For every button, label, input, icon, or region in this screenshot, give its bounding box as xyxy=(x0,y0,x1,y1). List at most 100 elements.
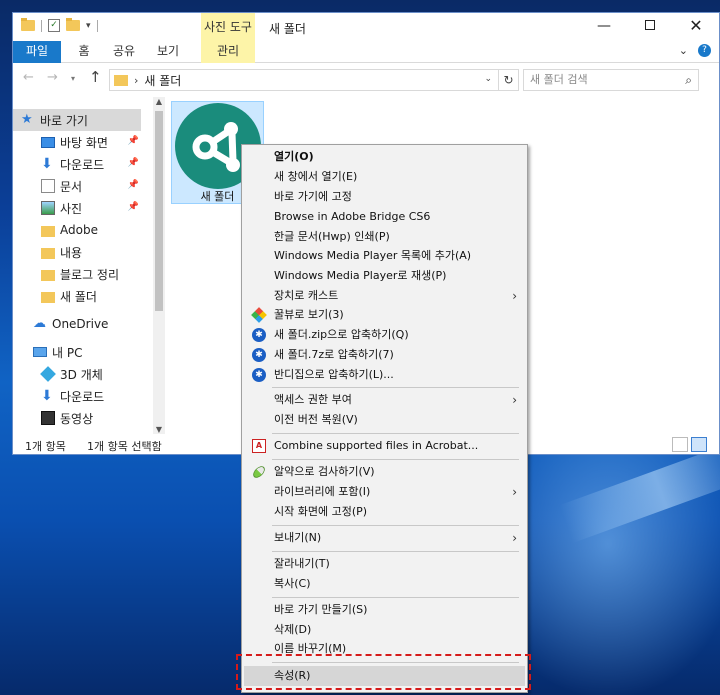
pin-icon: 📌 xyxy=(127,180,139,190)
breadcrumb-separator-icon[interactable]: › xyxy=(134,74,138,87)
menu-item-create-shortcut[interactable]: 바로 가기 만들기(S) xyxy=(244,600,525,620)
details-view-icon[interactable] xyxy=(672,437,688,452)
tab-home[interactable]: 홈 xyxy=(69,41,99,63)
sidebar-item-pictures[interactable]: 사진 📌 xyxy=(13,197,141,219)
folder-icon xyxy=(41,225,55,237)
menu-item-send-to[interactable]: 보내기(N) › xyxy=(244,528,525,548)
address-bar[interactable]: › 새 폴더 ⌄ xyxy=(109,69,499,91)
selection-count: 1개 항목 선택함 xyxy=(87,440,162,453)
menu-item-alyac[interactable]: 알약으로 검사하기(V) xyxy=(244,462,525,482)
menu-item-library[interactable]: 라이브러리에 포함(I) › xyxy=(244,482,525,502)
forward-button[interactable]: → xyxy=(47,70,58,85)
menu-item-label: 라이브러리에 포함(I) xyxy=(274,485,371,498)
minimize-button[interactable]: — xyxy=(581,13,627,41)
pictures-icon xyxy=(41,201,55,215)
scroll-up-icon[interactable]: ▲ xyxy=(153,97,165,106)
sidebar-item-downloads[interactable]: ⬇ 다운로드 📌 xyxy=(13,153,141,175)
divider xyxy=(41,19,42,32)
menu-item-pin-quick-access[interactable]: 바로 가기에 고정 xyxy=(244,187,525,207)
sidebar-item-desktop[interactable]: 바탕 화면 📌 xyxy=(13,131,141,153)
sidebar-item-adobe[interactable]: Adobe xyxy=(13,219,141,241)
refresh-button[interactable]: ↻ xyxy=(499,69,519,91)
up-button[interactable]: ↑ xyxy=(89,68,102,86)
sidebar-item-label: 사진 xyxy=(60,201,83,216)
sidebar-item-pc-downloads[interactable]: ⬇ 다운로드 xyxy=(13,385,141,407)
scroll-down-icon[interactable]: ▼ xyxy=(153,425,165,434)
menu-item-copy[interactable]: 복사(C) xyxy=(244,574,525,594)
recent-locations-icon[interactable]: ▾ xyxy=(71,74,75,83)
sidebar-item-documents[interactable]: 문서 📌 xyxy=(13,175,141,197)
menu-item-grant-access[interactable]: 액세스 권한 부여 › xyxy=(244,390,525,410)
sidebar-item-new-folder[interactable]: 새 폴더 xyxy=(13,285,141,307)
sidebar-item-label: 새 폴더 xyxy=(60,289,97,304)
tab-view[interactable]: 보기 xyxy=(153,41,183,63)
bandizip-icon: ✱ xyxy=(252,348,266,362)
submenu-arrow-icon: › xyxy=(512,289,517,303)
sidebar-item-label: OneDrive xyxy=(52,317,109,331)
context-menu: 열기(O) 새 창에서 열기(E) 바로 가기에 고정 Browse in Ad… xyxy=(241,144,528,693)
folder-icon xyxy=(41,247,55,259)
computer-icon xyxy=(33,347,47,357)
menu-item-open[interactable]: 열기(O) xyxy=(244,147,525,167)
cloud-icon: ☁ xyxy=(33,316,46,331)
menu-item-wmp-play[interactable]: Windows Media Player로 재생(P) xyxy=(244,266,525,286)
sidebar-item-content[interactable]: 내용 xyxy=(13,241,141,263)
sidebar-item-label: 동영상 xyxy=(60,411,94,426)
back-button[interactable]: ← xyxy=(23,70,34,85)
submenu-arrow-icon: › xyxy=(512,531,517,545)
tab-file[interactable]: 파일 xyxy=(13,41,61,63)
menu-item-label: 보내기(N) xyxy=(274,531,322,544)
sidebar-item-videos[interactable]: 동영상 xyxy=(13,407,141,429)
address-bar-row: ← → ▾ ↑ › 새 폴더 ⌄ ↻ 새 폴더 검색 ⌕ xyxy=(13,64,719,94)
breadcrumb[interactable]: 새 폴더 xyxy=(144,72,181,89)
properties-check-icon[interactable]: ✓ xyxy=(48,19,60,32)
menu-item-hwp-print[interactable]: 한글 문서(Hwp) 인쇄(P) xyxy=(244,227,525,247)
quick-access-toolbar: ✓ ▾ xyxy=(21,18,98,32)
menu-item-cast[interactable]: 장치로 캐스트 › xyxy=(244,286,525,306)
address-dropdown-icon[interactable]: ⌄ xyxy=(484,74,492,84)
customize-toolbar-icon[interactable]: ▾ xyxy=(86,21,91,31)
context-tab-photo-tools: 사진 도구 xyxy=(201,13,255,41)
tab-share[interactable]: 공유 xyxy=(109,41,139,63)
menu-item-7z[interactable]: ✱ 새 폴더.7z로 압축하기(7) xyxy=(244,345,525,365)
sidebar-item-blog[interactable]: 블로그 정리 xyxy=(13,263,141,285)
star-icon: ★ xyxy=(21,112,33,127)
menu-item-wmp-add[interactable]: Windows Media Player 목록에 추가(A) xyxy=(244,246,525,266)
menu-item-label: Combine supported files in Acrobat... xyxy=(274,439,479,452)
tab-manage[interactable]: 관리 xyxy=(201,41,255,63)
menu-item-adobe-bridge[interactable]: Browse in Adobe Bridge CS6 xyxy=(244,207,525,227)
menu-item-open-new-window[interactable]: 새 창에서 열기(E) xyxy=(244,167,525,187)
sidebar-item-3d-objects[interactable]: 3D 개체 xyxy=(13,363,141,385)
window-title: 새 폴더 xyxy=(269,22,306,36)
menu-item-delete[interactable]: 삭제(D) xyxy=(244,620,525,640)
bandizip-icon: ✱ xyxy=(252,328,266,342)
menu-item-zip[interactable]: ✱ 새 폴더.zip으로 압축하기(Q) xyxy=(244,325,525,345)
folder-icon[interactable] xyxy=(21,18,35,31)
maximize-icon xyxy=(645,20,655,30)
menu-item-pin-start[interactable]: 시작 화면에 고정(P) xyxy=(244,502,525,522)
menu-item-honeyview[interactable]: 꿀뷰로 보기(3) xyxy=(244,305,525,325)
document-icon xyxy=(41,179,55,193)
menu-item-bandizip[interactable]: ✱ 반디집으로 압축하기(L)... xyxy=(244,365,525,385)
menu-item-cut[interactable]: 잘라내기(T) xyxy=(244,554,525,574)
expand-ribbon-icon[interactable]: ⌄ xyxy=(679,44,688,57)
large-icons-view-icon[interactable] xyxy=(691,437,707,452)
maximize-button[interactable] xyxy=(627,13,673,41)
sidebar-item-onedrive[interactable]: ☁ OneDrive xyxy=(13,313,141,335)
menu-item-acrobat[interactable]: A Combine supported files in Acrobat... xyxy=(244,436,525,456)
help-icon[interactable]: ? xyxy=(698,44,711,57)
search-input[interactable]: 새 폴더 검색 ⌕ xyxy=(523,69,699,91)
sidebar-item-label: 내 PC xyxy=(52,345,83,360)
sidebar-item-label: 내용 xyxy=(60,245,83,260)
menu-item-label: 꿀뷰로 보기(3) xyxy=(274,308,344,321)
sidebar-item-label: 다운로드 xyxy=(60,157,105,172)
nav-scrollbar[interactable]: ▲ ▼ xyxy=(153,97,165,434)
menu-item-restore-versions[interactable]: 이전 버전 복원(V) xyxy=(244,410,525,430)
menu-item-label: 새 폴더.7z로 압축하기(7) xyxy=(274,348,394,361)
close-button[interactable]: ✕ xyxy=(673,13,719,41)
sidebar-item-this-pc[interactable]: 내 PC xyxy=(13,341,141,363)
new-folder-icon[interactable] xyxy=(66,18,80,31)
scrollbar-thumb[interactable] xyxy=(155,111,163,311)
menu-divider xyxy=(272,551,519,552)
sidebar-item-quick-access[interactable]: ★ 바로 가기 xyxy=(13,109,141,131)
